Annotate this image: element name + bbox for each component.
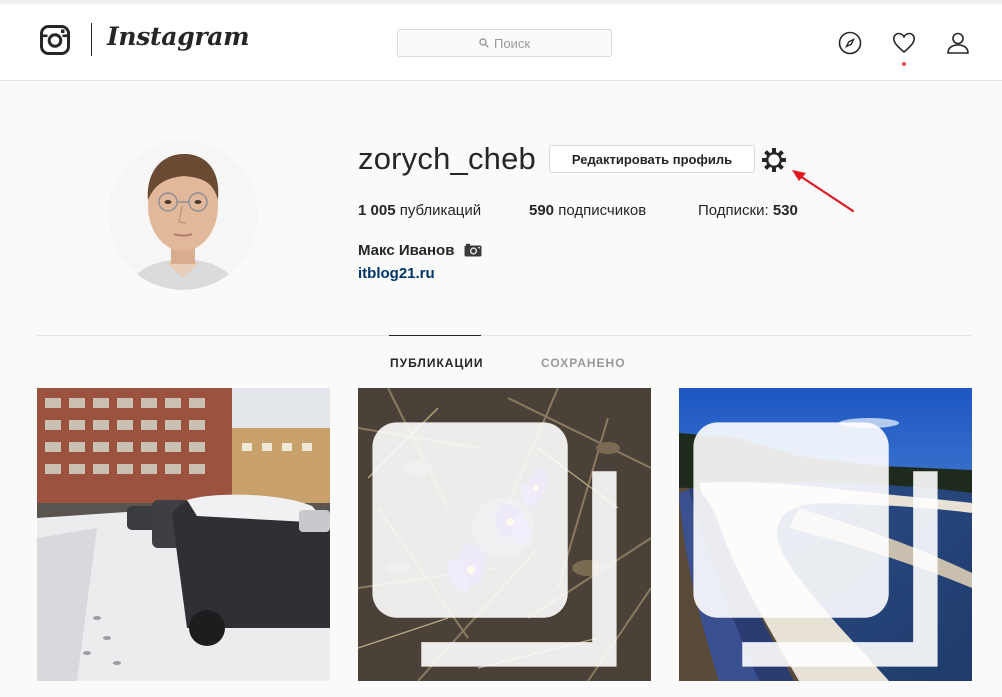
following-count: 530 xyxy=(772,202,798,219)
post-image-snowy-street xyxy=(37,388,330,681)
multiple-photos-icon xyxy=(372,422,617,667)
activity-button[interactable] xyxy=(892,31,916,55)
active-tab-indicator xyxy=(389,335,481,336)
search-placeholder: Поиск xyxy=(493,35,531,51)
tab-posts[interactable]: ПУБЛИКАЦИИ xyxy=(390,356,483,370)
following-stat[interactable]: Подписки: 530 xyxy=(698,202,798,219)
edit-profile-button[interactable]: Редактировать профиль xyxy=(549,145,755,173)
post-thumbnail[interactable] xyxy=(358,388,651,681)
following-label: Подписки: xyxy=(698,202,769,219)
search-input[interactable]: Поиск xyxy=(397,29,612,57)
profile-button[interactable] xyxy=(946,31,970,55)
post-thumbnail[interactable] xyxy=(37,388,330,681)
posts-label: публикаций xyxy=(399,202,482,219)
profile-website-link[interactable]: itblog21.ru xyxy=(358,265,435,282)
avatar[interactable] xyxy=(108,140,258,290)
browser-top-strip xyxy=(0,0,1002,4)
posts-count: 1 005 xyxy=(358,202,396,219)
notification-dot xyxy=(902,62,906,66)
profile-icon xyxy=(947,32,969,54)
search-icon xyxy=(479,38,489,48)
tab-saved[interactable]: СОХРАНЕНО xyxy=(541,356,626,370)
followers-count: 590 xyxy=(529,202,555,219)
tabs-divider xyxy=(37,335,971,336)
camera-icon xyxy=(464,243,482,257)
multiple-photos-icon xyxy=(693,422,938,667)
profile-username: zorych_cheb xyxy=(358,141,536,176)
post-thumbnail[interactable] xyxy=(679,388,972,681)
instagram-logo-icon[interactable] xyxy=(40,25,70,55)
heart-icon xyxy=(892,32,916,54)
explore-button[interactable] xyxy=(838,31,862,55)
profile-full-name: Макс Иванов xyxy=(358,242,455,259)
posts-stat: 1 005 публикаций xyxy=(358,202,481,219)
avatar-photo xyxy=(108,140,258,290)
compass-icon xyxy=(838,31,862,55)
top-navigation-bar: Instagram Поиск xyxy=(0,0,1002,81)
followers-stat[interactable]: 590 подписчиков xyxy=(529,202,646,219)
followers-label: подписчиков xyxy=(558,202,647,219)
logo-divider xyxy=(91,23,92,56)
instagram-wordmark[interactable]: Instagram xyxy=(107,22,250,51)
profile-full-name-row: Макс Иванов xyxy=(358,242,482,259)
